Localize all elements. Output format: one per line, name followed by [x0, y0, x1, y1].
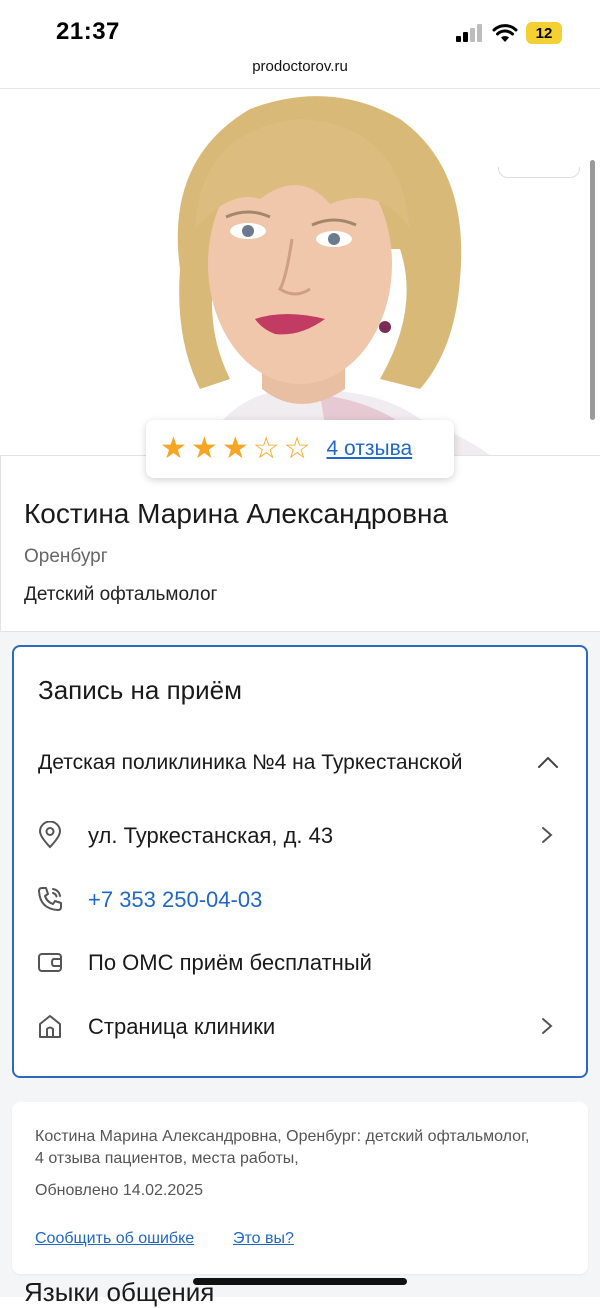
booking-title: Запись на приём — [38, 675, 242, 705]
doctor-specialty: Детский офтальмолог — [24, 584, 218, 605]
page-scrollbar[interactable] — [590, 160, 595, 420]
doctor-photo — [0, 89, 600, 455]
status-bar: 21:37 12 prodoctorov.ru — [0, 0, 600, 75]
updated-date: Обновлено 14.02.2025 — [35, 1182, 203, 1199]
payment-row: По ОМС приём бесплатный — [36, 942, 556, 982]
status-time: 21:37 — [56, 18, 120, 45]
address-text: ул. Туркестанская, д. 43 — [88, 823, 334, 848]
reviews-link[interactable]: 4 отзыва — [327, 437, 413, 461]
rating-box: ★ ★ ★ ☆ ☆ 4 отзыва — [146, 420, 454, 478]
star-filled-icon: ★ — [221, 432, 249, 465]
star-filled-icon: ★ — [190, 432, 218, 465]
home-indicator[interactable] — [193, 1278, 407, 1285]
chevron-right-icon — [542, 827, 553, 843]
star-empty-icon: ☆ — [252, 432, 280, 465]
clinic-name[interactable]: Детская поликлиника №4 на Туркестанской — [38, 751, 462, 775]
home-icon — [39, 1015, 61, 1038]
clinic-page-row[interactable]: Страница клиники — [36, 1006, 556, 1046]
chevron-right-icon — [542, 1018, 553, 1034]
address-bar-url[interactable]: prodoctorov.ru — [0, 58, 600, 75]
chevron-up-icon[interactable] — [536, 752, 560, 772]
star-filled-icon: ★ — [160, 432, 187, 465]
phone-icon — [38, 887, 62, 911]
battery-icon: 12 — [526, 22, 562, 44]
wifi-icon — [492, 24, 518, 42]
doctor-name: Костина Марина Александровна — [24, 498, 448, 529]
cellular-signal-icon — [456, 24, 482, 42]
payment-text: По ОМС приём бесплатный — [88, 950, 372, 975]
languages-heading: Языки общения — [24, 1277, 215, 1307]
doctor-portrait — [177, 96, 490, 455]
wallet-icon — [38, 953, 62, 972]
meta-card: Костина Марина Александровна, Оренбург: … — [12, 1102, 588, 1274]
booking-card: Запись на приём Детская поликлиника №4 н… — [12, 645, 588, 1078]
status-icons: 12 — [456, 22, 562, 44]
doctor-city: Оренбург — [24, 546, 108, 567]
phone-link[interactable]: +7 353 250-04-03 — [88, 887, 262, 913]
photo-tab-handle — [498, 167, 580, 178]
phone-row[interactable]: +7 353 250-04-03 — [36, 879, 556, 919]
is-it-you-link[interactable]: Это вы? — [233, 1230, 294, 1248]
meta-description: Костина Марина Александровна, Оренбург: … — [35, 1128, 530, 1167]
location-pin-icon — [38, 821, 62, 849]
clinic-page-text: Страница клиники — [88, 1014, 276, 1039]
address-row[interactable]: ул. Туркестанская, д. 43 — [36, 815, 556, 855]
report-error-link[interactable]: Сообщить об ошибке — [35, 1230, 194, 1248]
star-empty-icon: ☆ — [283, 432, 311, 465]
